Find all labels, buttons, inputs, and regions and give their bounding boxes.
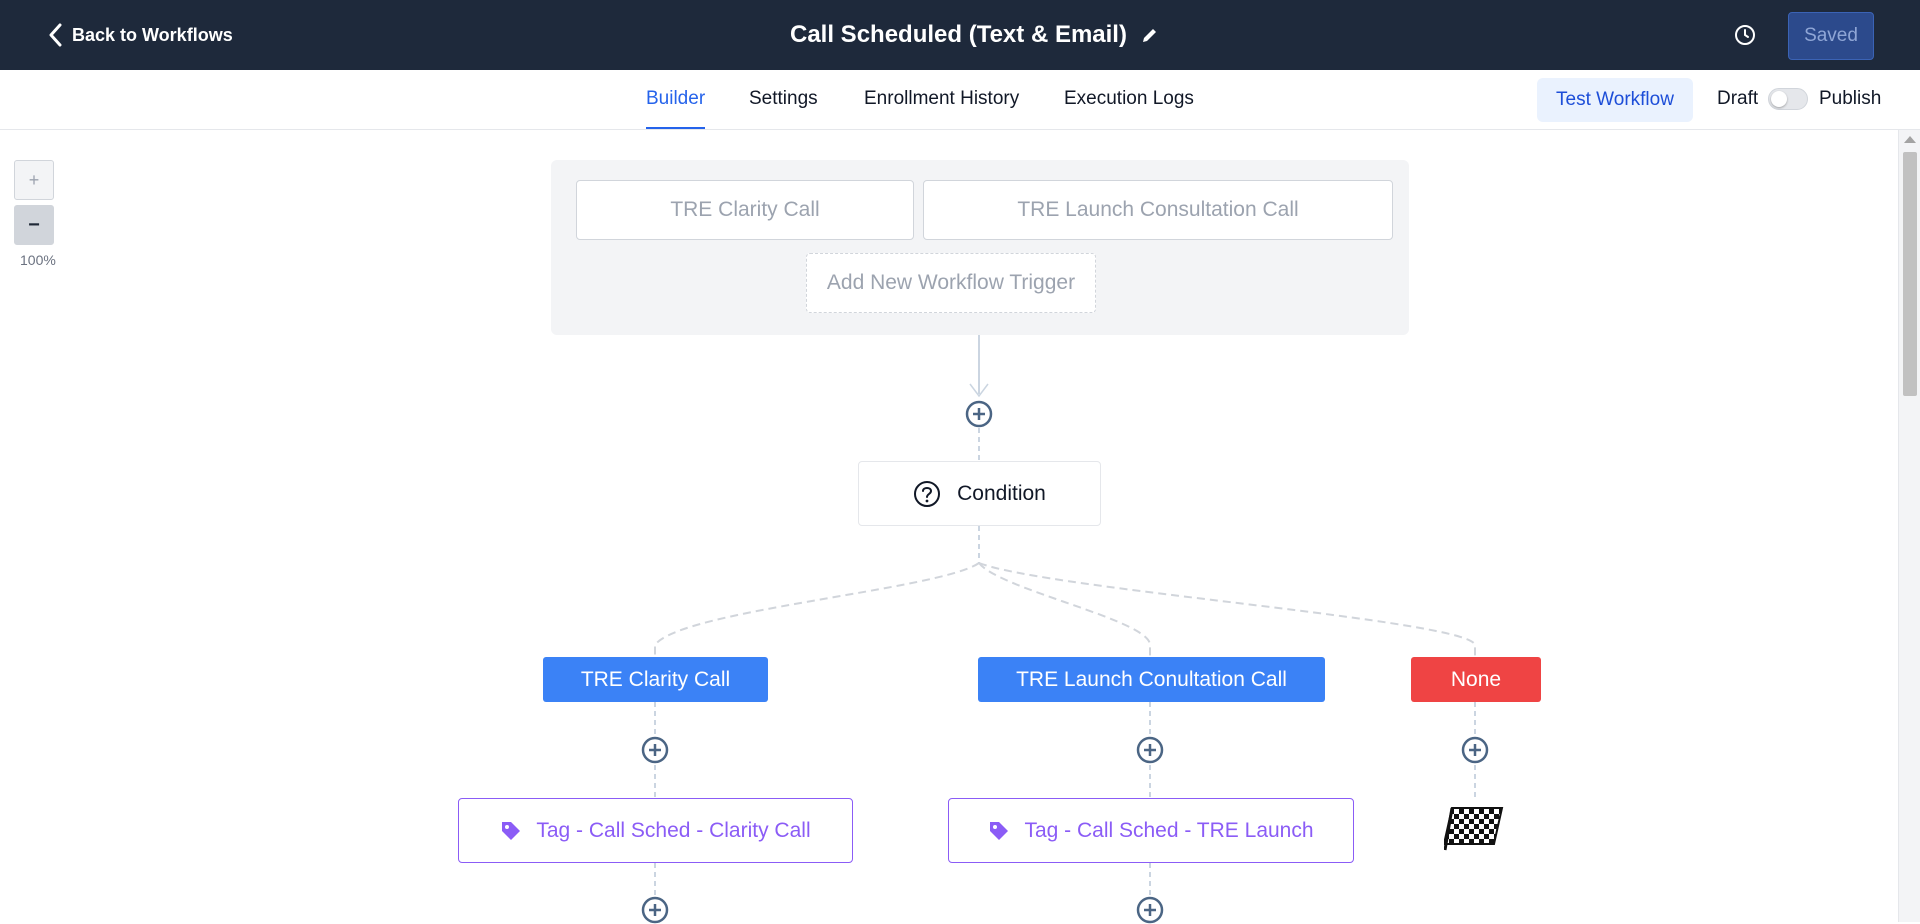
add-step-icon[interactable]	[641, 736, 669, 764]
action-tag-tre-launch[interactable]: Tag - Call Sched - TRE Launch	[948, 798, 1354, 863]
test-workflow-button[interactable]: Test Workflow	[1537, 78, 1693, 122]
publish-toggle[interactable]	[1768, 88, 1808, 110]
back-label: Back to Workflows	[72, 24, 233, 45]
tab-settings[interactable]: Settings	[749, 70, 818, 128]
tab-enrollment-history[interactable]: Enrollment History	[864, 70, 1019, 128]
toggle-knob	[1771, 91, 1787, 107]
edit-pencil-icon[interactable]	[1141, 26, 1159, 44]
add-step-icon[interactable]	[965, 400, 993, 428]
question-circle-icon	[914, 480, 941, 507]
back-to-workflows-link[interactable]: Back to Workflows	[48, 20, 233, 50]
zoom-level: 100%	[20, 252, 56, 268]
checkered-flag-icon	[1444, 807, 1504, 851]
tab-builder[interactable]: Builder	[646, 70, 706, 129]
workflow-title-area: Call Scheduled (Text & Email)	[790, 18, 1159, 52]
version-history-button[interactable]	[1730, 20, 1760, 50]
workflow-title: Call Scheduled (Text & Email)	[790, 21, 1127, 48]
action-label: Tag - Call Sched - TRE Launch	[1024, 818, 1314, 842]
top-bar: Back to Workflows Call Scheduled (Text &…	[0, 0, 1920, 70]
zoom-in-button[interactable]: +	[14, 160, 54, 200]
add-step-icon[interactable]	[1136, 896, 1164, 924]
tag-icon	[990, 821, 1009, 840]
tag-icon	[502, 821, 521, 840]
vertical-scrollbar[interactable]	[1898, 130, 1920, 922]
scroll-up-arrow-icon[interactable]	[1904, 136, 1916, 143]
add-step-icon[interactable]	[1461, 736, 1489, 764]
trigger-container: TRE Clarity Call TRE Launch Consultation…	[551, 160, 1409, 335]
trigger-tre-clarity-call[interactable]: TRE Clarity Call	[576, 180, 914, 240]
branch-tre-clarity-call[interactable]: TRE Clarity Call	[543, 657, 768, 702]
scrollbar-thumb[interactable]	[1903, 152, 1917, 396]
history-icon	[1735, 25, 1755, 45]
publish-label: Publish	[1819, 88, 1882, 109]
action-tag-clarity-call[interactable]: Tag - Call Sched - Clarity Call	[458, 798, 853, 863]
tab-bar: Builder Settings Enrollment History Exec…	[0, 70, 1920, 130]
zoom-out-button[interactable]: −	[14, 205, 54, 245]
branch-tre-launch-consultation[interactable]: TRE Launch Conultation Call	[978, 657, 1325, 702]
saved-button[interactable]: Saved	[1788, 12, 1874, 60]
tab-execution-logs[interactable]: Execution Logs	[1064, 70, 1194, 128]
branch-none[interactable]: None	[1411, 657, 1541, 702]
action-label: Tag - Call Sched - Clarity Call	[536, 818, 811, 842]
add-step-icon[interactable]	[641, 896, 669, 924]
condition-label: Condition	[957, 481, 1046, 505]
chevron-left-icon	[49, 23, 62, 47]
trigger-tre-launch-consultation[interactable]: TRE Launch Consultation Call	[923, 180, 1393, 240]
draft-label: Draft	[1717, 88, 1759, 109]
add-step-icon[interactable]	[1136, 736, 1164, 764]
condition-node[interactable]: Condition	[858, 461, 1101, 526]
add-workflow-trigger-button[interactable]: Add New Workflow Trigger	[806, 253, 1096, 313]
